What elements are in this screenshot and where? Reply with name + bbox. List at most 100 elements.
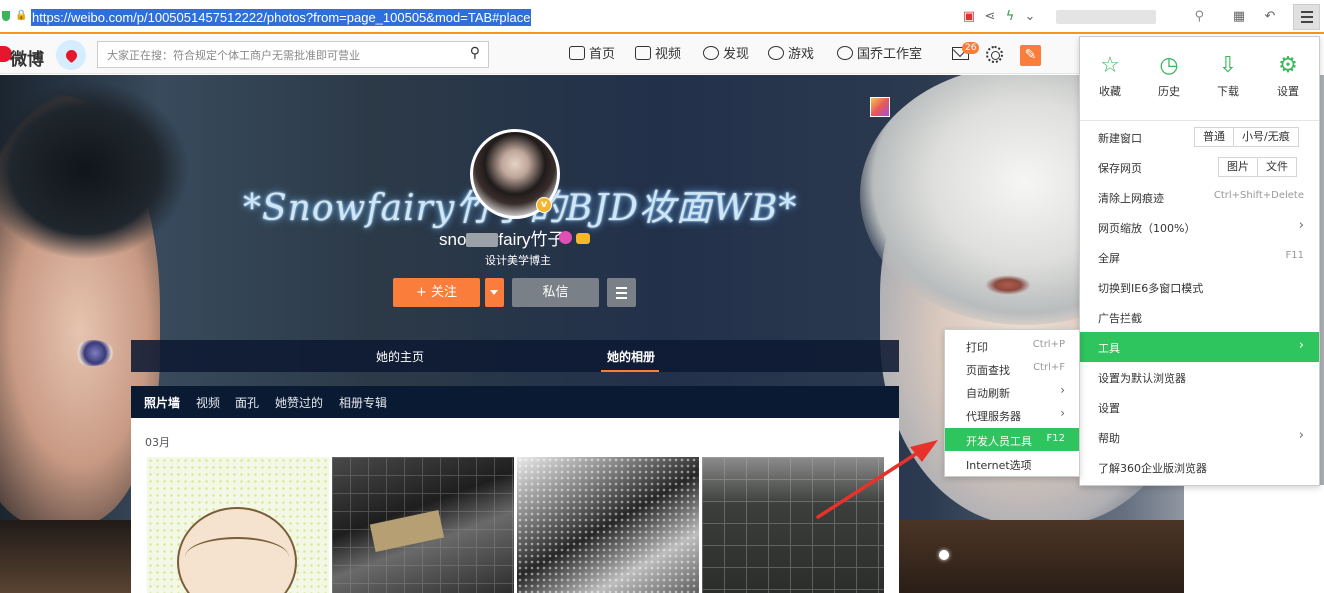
menu-adblock-label: 广告拦截 bbox=[1098, 312, 1142, 325]
tab-home[interactable]: 她的主页 bbox=[376, 348, 424, 365]
security-shield-icon[interactable] bbox=[2, 11, 10, 21]
menu-fullscreen-label: 全屏 bbox=[1098, 252, 1120, 265]
follow-dropdown-button[interactable] bbox=[485, 278, 504, 307]
nav-discover-label: 发现 bbox=[723, 47, 750, 62]
gear-icon: ⚙ bbox=[1278, 53, 1298, 78]
menu-fullscreen[interactable]: 全屏 F11 bbox=[1080, 242, 1319, 272]
menu-favorites-label: 收藏 bbox=[1099, 85, 1121, 98]
photo-thumbnail[interactable] bbox=[517, 457, 699, 593]
active-tab-indicator bbox=[601, 370, 659, 372]
menu-downloads[interactable]: ⇩ 下载 bbox=[1203, 55, 1253, 99]
chevron-down-icon[interactable]: ⌄ bbox=[1022, 9, 1038, 25]
weibo-logo[interactable]: 微博 bbox=[0, 40, 92, 70]
change-cover-icon[interactable] bbox=[870, 97, 890, 117]
follow-button[interactable]: + 关注 bbox=[393, 278, 480, 307]
menu-default-browser[interactable]: 设置为默认浏览器 bbox=[1080, 362, 1319, 392]
browser-address-bar: 🔒 https://weibo.com/p/1005051457512222/p… bbox=[0, 0, 1324, 34]
chevron-right-icon: › bbox=[1298, 428, 1304, 443]
tools-submenu: 打印 Ctrl+P 页面查找 Ctrl+F 自动刷新 › 代理服务器 › 开发人… bbox=[944, 329, 1080, 477]
extension-icon[interactable]: ▣ bbox=[961, 9, 977, 25]
cover-bottom-right bbox=[899, 520, 1184, 593]
menu-tools[interactable]: 工具 › bbox=[1080, 332, 1319, 362]
save-page-options: 图片 文件 bbox=[1218, 157, 1297, 177]
private-message-button[interactable]: 私信 bbox=[512, 278, 599, 307]
new-window-incognito-button[interactable]: 小号/无痕 bbox=[1233, 128, 1298, 146]
compose-button[interactable]: ✎ bbox=[1020, 45, 1041, 66]
nav-games-label: 游戏 bbox=[788, 47, 815, 62]
photo-thumbnail[interactable] bbox=[147, 457, 329, 593]
menu-settings[interactable]: 设置 bbox=[1080, 392, 1319, 422]
submenu-find-shortcut: Ctrl+F bbox=[1033, 362, 1065, 373]
submenu-internet-options-label: Internet选项 bbox=[966, 459, 1032, 472]
weibo-search-input[interactable]: 大家正在搜：符合规定个体工商户无需批准即可营业 ⚲ bbox=[97, 41, 489, 68]
main-menu-button[interactable] bbox=[1293, 4, 1320, 30]
menu-settings-top[interactable]: ⚙ 设置 bbox=[1263, 55, 1313, 99]
album-subnav: 照片墙 视频 面孔 她赞过的 相册专辑 bbox=[131, 386, 899, 418]
tab-album[interactable]: 她的相册 bbox=[607, 348, 655, 365]
search-icon[interactable]: ⚲ bbox=[470, 45, 480, 61]
submenu-print-label: 打印 bbox=[966, 341, 988, 354]
chevron-right-icon: › bbox=[1298, 218, 1304, 233]
menu-clear-history[interactable]: 清除上网痕迹 Ctrl+Shift+Delete bbox=[1080, 182, 1319, 212]
username-suffix: fairy竹子 bbox=[498, 230, 565, 249]
more-menu-button[interactable] bbox=[607, 278, 636, 307]
nav-user[interactable]: 国乔工作室 bbox=[837, 46, 922, 64]
username-mask bbox=[466, 233, 499, 247]
weibo-search-placeholder: 大家正在搜：符合规定个体工商户无需批准即可营业 bbox=[107, 49, 360, 62]
subnav-liked[interactable]: 她赞过的 bbox=[275, 394, 323, 411]
vip-badge-icon[interactable] bbox=[576, 233, 590, 244]
submenu-internet-options[interactable]: Internet选项 bbox=[945, 452, 1079, 475]
nav-home-label: 首页 bbox=[589, 47, 616, 62]
subnav-photo-wall[interactable]: 照片墙 bbox=[144, 394, 180, 411]
search-text-blurred bbox=[1056, 10, 1156, 24]
share-icon[interactable]: ⋖ bbox=[982, 9, 998, 25]
nav-discover[interactable]: 发现 bbox=[703, 46, 749, 64]
nav-video[interactable]: 视频 bbox=[635, 46, 681, 64]
subnav-video[interactable]: 视频 bbox=[196, 394, 220, 411]
clock-icon: ◷ bbox=[1159, 53, 1179, 78]
lightning-icon[interactable]: ϟ bbox=[1002, 9, 1018, 25]
menu-ie6-mode[interactable]: 切换到IE6多窗口模式 bbox=[1080, 272, 1319, 302]
submenu-find[interactable]: 页面查找 Ctrl+F bbox=[945, 357, 1079, 380]
menu-default-browser-label: 设置为默认浏览器 bbox=[1098, 372, 1186, 385]
user-icon bbox=[837, 46, 853, 60]
gear-icon[interactable] bbox=[986, 46, 1003, 63]
search-icon[interactable]: ⚲ bbox=[1194, 9, 1204, 24]
photo-thumbnail[interactable] bbox=[702, 457, 884, 593]
save-as-file-button[interactable]: 文件 bbox=[1257, 158, 1296, 176]
profile-tabs: 她的主页 她的相册 bbox=[131, 340, 899, 372]
new-window-normal-button[interactable]: 普通 bbox=[1195, 128, 1233, 146]
home-icon bbox=[569, 46, 585, 60]
cover-doll-left-hair bbox=[0, 80, 190, 260]
menu-new-window-label: 新建窗口 bbox=[1098, 132, 1142, 145]
search-box[interactable]: ⚲ bbox=[1052, 6, 1212, 28]
url-field[interactable]: https://weibo.com/p/1005051457512222/pho… bbox=[31, 9, 532, 26]
menu-help[interactable]: 帮助 › bbox=[1080, 422, 1319, 452]
photo-thumbnail[interactable] bbox=[332, 457, 514, 593]
weibo-logo-text: 微博 bbox=[10, 50, 44, 69]
grid-apps-icon[interactable]: ▦ bbox=[1231, 9, 1247, 25]
menu-history[interactable]: ◷ 历史 bbox=[1144, 55, 1194, 99]
menu-ie6-label: 切换到IE6多窗口模式 bbox=[1098, 282, 1204, 295]
subnav-faces[interactable]: 面孔 bbox=[235, 394, 259, 411]
menu-favorites[interactable]: ☆ 收藏 bbox=[1085, 55, 1135, 99]
nav-home[interactable]: 首页 bbox=[569, 46, 615, 64]
submenu-dev-tools[interactable]: 开发人员工具 F12 bbox=[945, 428, 1079, 451]
nav-games[interactable]: 游戏 bbox=[768, 46, 814, 64]
submenu-dev-tools-shortcut: F12 bbox=[1046, 433, 1065, 444]
cover-bottom-left bbox=[0, 520, 131, 593]
menu-fullscreen-shortcut: F11 bbox=[1285, 250, 1304, 261]
menu-divider bbox=[1080, 120, 1319, 121]
submenu-auto-refresh[interactable]: 自动刷新 › bbox=[945, 380, 1079, 403]
menu-history-label: 历史 bbox=[1158, 85, 1180, 98]
menu-zoom[interactable]: 网页缩放（100%） › bbox=[1080, 212, 1319, 242]
subnav-albums[interactable]: 相册专辑 bbox=[339, 394, 387, 411]
undo-icon[interactable]: ↶ bbox=[1262, 9, 1278, 25]
nav-user-label: 国乔工作室 bbox=[857, 47, 923, 62]
menu-clear-history-label: 清除上网痕迹 bbox=[1098, 192, 1164, 205]
save-as-image-button[interactable]: 图片 bbox=[1219, 158, 1257, 176]
submenu-proxy[interactable]: 代理服务器 › bbox=[945, 403, 1079, 426]
menu-adblock[interactable]: 广告拦截 bbox=[1080, 302, 1319, 332]
menu-enterprise[interactable]: 了解360企业版浏览器 bbox=[1080, 452, 1319, 482]
submenu-print[interactable]: 打印 Ctrl+P bbox=[945, 334, 1079, 357]
